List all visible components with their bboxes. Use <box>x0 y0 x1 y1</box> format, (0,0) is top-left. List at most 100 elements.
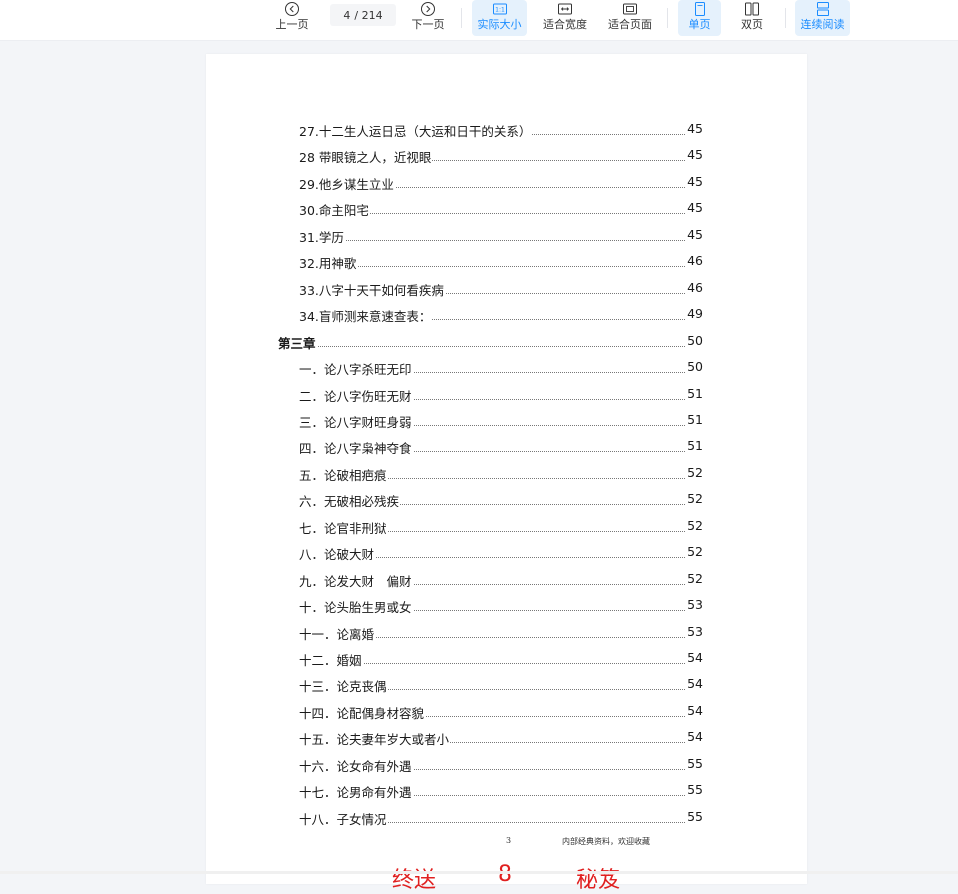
toc-entry[interactable]: 五．论破相疤痕 52 <box>299 464 703 483</box>
toc-title: 五．论破相疤痕 <box>299 467 388 483</box>
toc-title: 三．论八字财旺身弱 <box>299 414 413 430</box>
toc-title: 四．论八字枭神夺食 <box>299 441 413 457</box>
toc-page-number: 55 <box>686 808 703 824</box>
toc-page-number: 45 <box>686 226 703 242</box>
toc-entry[interactable]: 十六．论女命有外遇 55 <box>299 755 703 774</box>
toolbar-divider <box>785 8 786 28</box>
toc-entry[interactable]: 十八．子女情况 55 <box>299 808 703 827</box>
toc-title: 31.学历 <box>299 229 345 245</box>
toc-title: 十四．论配偶身材容貌 <box>299 705 426 721</box>
toc-entry[interactable]: 十一．论离婚 53 <box>299 623 703 642</box>
toc-page-number: 54 <box>686 676 703 692</box>
toc-leader-dots <box>299 239 685 241</box>
toc-page-number: 54 <box>686 729 703 745</box>
fit-width-button[interactable]: 适合宽度 <box>541 0 589 36</box>
continuous-reading-icon <box>816 2 829 16</box>
watermark-text-3: 秘笈 <box>576 868 621 893</box>
toc-page-number: 46 <box>686 253 703 269</box>
footer-page-number: 3 <box>506 836 512 845</box>
double-page-icon <box>745 2 759 16</box>
toc-page-number: 55 <box>686 782 703 798</box>
toc-entry[interactable]: 六．无破相必残疾 52 <box>299 491 703 510</box>
toc-page-number: 54 <box>686 650 703 665</box>
toc-page-number: 53 <box>686 623 703 639</box>
toc-title: 十八．子女情况 <box>299 811 388 827</box>
toc-page-number: 52 <box>686 544 703 560</box>
page-number-input[interactable]: 4 / 214 <box>330 4 396 26</box>
toc-entry[interactable]: 十三．论克丧偶 54 <box>299 676 703 695</box>
toc-title: 十七．论男命有外遇 <box>299 785 413 801</box>
toc-entry[interactable]: 27.十二生人运日忌（大运和日干的关系） 45 <box>299 121 703 139</box>
toc-page-number: 54 <box>686 702 703 718</box>
fit-page-label: 适合页面 <box>608 18 652 31</box>
fit-width-label: 适合宽度 <box>543 18 587 31</box>
actual-size-button[interactable]: 1:1 实际大小 <box>472 0 527 36</box>
toc-page-number: 45 <box>686 121 703 136</box>
toc-entry[interactable]: 十四．论配偶身材容貌 54 <box>299 702 703 721</box>
toc-entry[interactable]: 四．论八字枭神夺食 51 <box>299 438 703 457</box>
toc-entry[interactable]: 七．论官非刑狱 52 <box>299 517 703 536</box>
actual-size-icon-text: 1:1 <box>495 7 505 14</box>
toc-title: 33.八字十天干如何看疾病 <box>299 282 445 298</box>
toc-page-number: 50 <box>686 359 703 375</box>
toc-page-number: 45 <box>686 173 703 189</box>
double-page-label: 双页 <box>741 18 763 31</box>
toc-page-number: 52 <box>686 570 703 586</box>
toc-entry[interactable]: 二．论八字伤旺无财 51 <box>299 385 703 404</box>
toc-page-number: 51 <box>686 385 703 401</box>
toc-entry[interactable]: 28 带眼镜之人，近视眼 45 <box>299 147 703 166</box>
toc-title: 二．论八字伤旺无财 <box>299 388 413 404</box>
toc-entry[interactable]: 29.他乡谋生立业 45 <box>299 173 703 192</box>
toc-page-number: 51 <box>686 411 703 427</box>
toc-page-number: 52 <box>686 517 703 533</box>
toc-entry[interactable]: 30.命主阳宅 45 <box>299 200 703 219</box>
toc-page-number: 50 <box>686 332 703 348</box>
single-page-button[interactable]: 单页 <box>678 0 721 36</box>
single-page-label: 单页 <box>688 18 711 31</box>
fit-width-icon <box>558 3 572 15</box>
toc-entry[interactable]: 十七．论男命有外遇 55 <box>299 782 703 801</box>
prev-page-label: 上一页 <box>275 18 309 31</box>
toc-entry[interactable]: 八．论破大财 52 <box>299 544 703 563</box>
watermark-text-1: 终送 <box>392 868 437 893</box>
toc-entry[interactable]: 三．论八字财旺身弱 51 <box>299 411 703 430</box>
toc-title: 十二．婚姻 <box>299 653 363 668</box>
toc-entry[interactable]: 34.盲师测来意速查表： 49 <box>299 306 703 325</box>
toc-entry[interactable]: 一．论八字杀旺无印 50 <box>299 359 703 378</box>
toc-page-number: 55 <box>686 755 703 771</box>
toolbar-divider <box>461 8 462 28</box>
toc-chapter-row[interactable]: 第三章 50 <box>278 332 703 351</box>
toc-entry[interactable]: 十二．婚姻 54 <box>299 650 703 668</box>
document-page: 27.十二生人运日忌（大运和日干的关系） 45 28 带眼镜之人，近视眼 45 29.他… <box>206 54 807 893</box>
watermark-text-2: 8 <box>498 862 512 887</box>
toc-title: 七．论官非刑狱 <box>299 520 388 536</box>
toc-title: 一．论八字杀旺无印 <box>299 362 413 378</box>
toc-page-number: 52 <box>686 464 703 480</box>
toc-title: 30.命主阳宅 <box>299 203 370 219</box>
toc-title: 32.用神歌 <box>299 256 358 272</box>
toc-entry[interactable]: 32.用神歌 46 <box>299 253 703 272</box>
toc-entry[interactable]: 33.八字十天干如何看疾病 46 <box>299 279 703 298</box>
toc-title: 27.十二生人运日忌（大运和日干的关系） <box>299 124 533 139</box>
toc-entry[interactable]: 31.学历 45 <box>299 226 703 245</box>
current-page-value: 4 <box>343 8 351 22</box>
prev-page-button[interactable]: 上一页 <box>272 0 312 36</box>
toc-title: 六．无破相必残疾 <box>299 494 401 510</box>
next-page-label: 下一页 <box>411 18 445 31</box>
fit-page-button[interactable]: 适合页面 <box>606 0 654 36</box>
toc-entry[interactable]: 九．论发大财 偏财 52 <box>299 570 703 589</box>
toc-entry[interactable]: 十．论头胎生男或女 53 <box>299 597 703 616</box>
toc-entry[interactable]: 十五．论夫妻年岁大或者小 54 <box>299 729 703 748</box>
toc-title: 十三．论克丧偶 <box>299 679 388 695</box>
continuous-reading-label: 连续阅读 <box>800 18 845 31</box>
next-page-button[interactable]: 下一页 <box>408 0 448 36</box>
toc-title: 十一．论离婚 <box>299 626 376 642</box>
total-pages-value: / 214 <box>354 8 383 22</box>
actual-size-label: 实际大小 <box>477 18 522 31</box>
toc-title: 第三章 <box>278 335 317 351</box>
single-page-icon <box>694 2 705 16</box>
viewer-toolbar: 上一页 4 / 214 下一页 1:1 实际大小 适合宽度 适合页面 单页 双页… <box>0 0 958 41</box>
fit-page-icon <box>623 3 637 15</box>
double-page-button[interactable]: 双页 <box>732 0 772 36</box>
continuous-reading-button[interactable]: 连续阅读 <box>795 0 850 36</box>
